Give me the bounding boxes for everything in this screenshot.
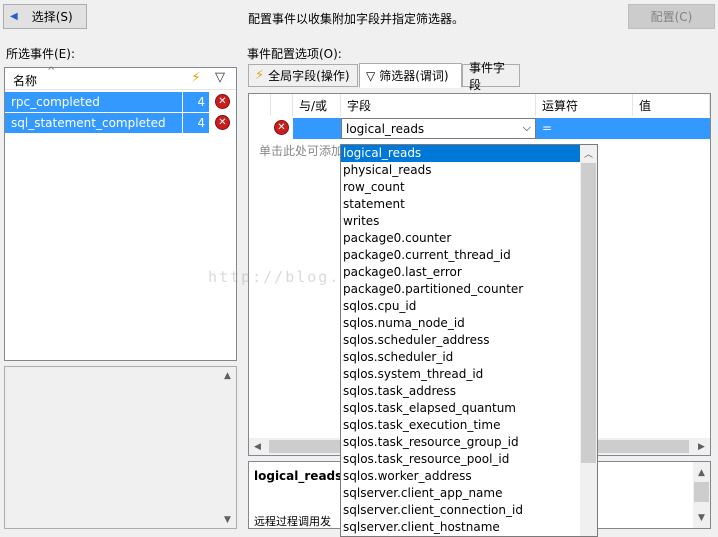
dropdown-item[interactable]: sqlos.task_address [341, 383, 580, 400]
tab-global-fields[interactable]: ⚡ 全局字段(操作) [248, 64, 358, 87]
events-list-header: 名称 ^ ⚡ ▽ [5, 66, 236, 90]
dropdown-item[interactable]: writes [341, 213, 580, 230]
remove-event-icon[interactable]: ✕ [215, 115, 230, 130]
dropdown-item[interactable]: sqlos.task_elapsed_quantum [341, 400, 580, 417]
selected-events-label: 所选事件(E): [6, 47, 75, 61]
tab-label: 筛选器(谓词) [379, 69, 449, 83]
scroll-up-icon[interactable]: ▲ [219, 367, 236, 384]
event-description-panel: ▲ ▼ [4, 366, 237, 529]
tab-label: 全局字段(操作) [268, 69, 350, 83]
dropdown-item[interactable]: row_count [341, 179, 580, 196]
dropdown-item[interactable]: physical_reads [341, 162, 580, 179]
scroll-thumb[interactable] [694, 482, 709, 502]
event-config-label: 事件配置选项(O): [247, 47, 342, 61]
field-combobox[interactable]: logical_reads ⌵ [341, 118, 536, 139]
dropdown-items: logical_reads physical_reads row_count stat… [341, 145, 580, 536]
field-column-header[interactable]: 字段 [341, 94, 536, 116]
tab-filter[interactable]: ▽ 筛选器(谓词) [359, 63, 462, 88]
select-button-label: 选择(S) [31, 10, 73, 24]
dropdown-item[interactable]: package0.partitioned_counter [341, 281, 580, 298]
row-header-spacer [249, 94, 271, 116]
tab-label: 事件字段 [469, 60, 506, 92]
scroll-right-icon[interactable]: ▶ [693, 438, 710, 455]
dropdown-item[interactable]: sqlos.task_resource_pool_id [341, 451, 580, 468]
field-dropdown-list[interactable]: logical_reads physical_reads row_count stat… [340, 144, 598, 537]
name-column-header[interactable]: 名称 [13, 72, 37, 89]
event-count: 4 [183, 113, 209, 133]
back-arrow-icon: ◀ [10, 11, 18, 22]
filter-icon: ▽ [366, 68, 376, 83]
dropdown-item[interactable]: sqlos.task_execution_time [341, 417, 580, 434]
page-description: 配置事件以收集附加字段并指定筛选器。 [248, 12, 465, 26]
dropdown-item[interactable]: sqlos.system_thread_id [341, 366, 580, 383]
dropdown-item[interactable]: sqlos.numa_node_id [341, 315, 580, 332]
dropdown-item[interactable]: sqlos.task_resource_group_id [341, 434, 580, 451]
event-name: sql_statement_completed [5, 113, 182, 133]
event-row-sql-statement-completed[interactable]: sql_statement_completed 4 ✕ [5, 113, 236, 133]
operator-value: = [542, 121, 553, 135]
row-delete-cell: ✕ [271, 118, 293, 139]
dropdown-item[interactable]: sqlserver.client_app_name [341, 485, 580, 502]
sort-ascending-icon: ^ [47, 66, 56, 77]
dropdown-item[interactable]: sqlserver.client_connection_id [341, 502, 580, 519]
row-header-cell [249, 118, 271, 139]
scroll-up-icon[interactable]: ︿ [580, 145, 597, 162]
field-value: logical_reads [346, 122, 425, 136]
scroll-down-icon[interactable]: ▼ [219, 511, 236, 528]
scroll-up-icon[interactable]: ▲ [693, 464, 710, 481]
andor-column-header[interactable]: 与/或 [293, 94, 341, 116]
dropdown-item[interactable]: sqlserver.client_hostname [341, 519, 580, 536]
field-description-text: 远程过程调用发 [254, 515, 331, 528]
icon-column-header [271, 94, 293, 116]
description-scrollbar[interactable]: ▲ ▼ [693, 462, 710, 528]
remove-filter-icon[interactable]: ✕ [274, 120, 289, 135]
dropdown-item[interactable]: logical_reads [341, 145, 580, 162]
dropdown-item[interactable]: package0.current_thread_id [341, 247, 580, 264]
selected-events-list[interactable]: 名称 ^ ⚡ ▽ rpc_completed 4 ✕ sql_statement… [4, 66, 237, 361]
select-button[interactable]: ◀ 选择(S) [3, 4, 87, 29]
dropdown-item[interactable]: sqlos.scheduler_id [341, 349, 580, 366]
value-column-header[interactable]: 值 [633, 94, 710, 116]
chevron-down-icon[interactable]: ⌵ [523, 121, 531, 135]
andor-cell[interactable] [293, 118, 341, 139]
field-description-title: logical_reads ( [254, 469, 352, 483]
description-scrollbar[interactable]: ▲ ▼ [219, 367, 236, 528]
configure-button[interactable]: 配置(C) [628, 4, 715, 29]
scroll-down-icon[interactable]: ▼ [693, 509, 710, 526]
lightning-icon: ⚡ [191, 70, 201, 86]
dropdown-item[interactable]: sqlos.cpu_id [341, 298, 580, 315]
dropdown-scrollbar[interactable]: ︿ [580, 145, 597, 536]
operator-cell[interactable]: = [536, 118, 633, 139]
lightning-icon: ⚡ [255, 68, 265, 83]
remove-event-icon[interactable]: ✕ [215, 94, 230, 109]
value-cell[interactable] [633, 118, 710, 139]
scroll-thumb[interactable] [581, 163, 596, 463]
dropdown-item[interactable]: statement [341, 196, 580, 213]
event-name: rpc_completed [5, 92, 182, 112]
dropdown-item[interactable]: sqlos.worker_address [341, 468, 580, 485]
event-row-rpc-completed[interactable]: rpc_completed 4 ✕ [5, 92, 236, 112]
scroll-left-icon[interactable]: ◀ [249, 438, 266, 455]
tab-event-fields[interactable]: 事件字段 [462, 61, 520, 92]
filter-row[interactable]: ✕ logical_reads ⌵ = [249, 118, 710, 139]
dropdown-item[interactable]: sqlos.scheduler_address [341, 332, 580, 349]
event-count: 4 [183, 92, 209, 112]
operator-column-header[interactable]: 运算符 [536, 94, 633, 116]
grid-header: 与/或 字段 运算符 值 [249, 94, 710, 117]
filter-icon: ▽ [215, 70, 225, 85]
dropdown-item[interactable]: package0.counter [341, 230, 580, 247]
add-filter-hint[interactable]: 单击此处可添加 [259, 142, 343, 159]
dropdown-item[interactable]: package0.last_error [341, 264, 580, 281]
